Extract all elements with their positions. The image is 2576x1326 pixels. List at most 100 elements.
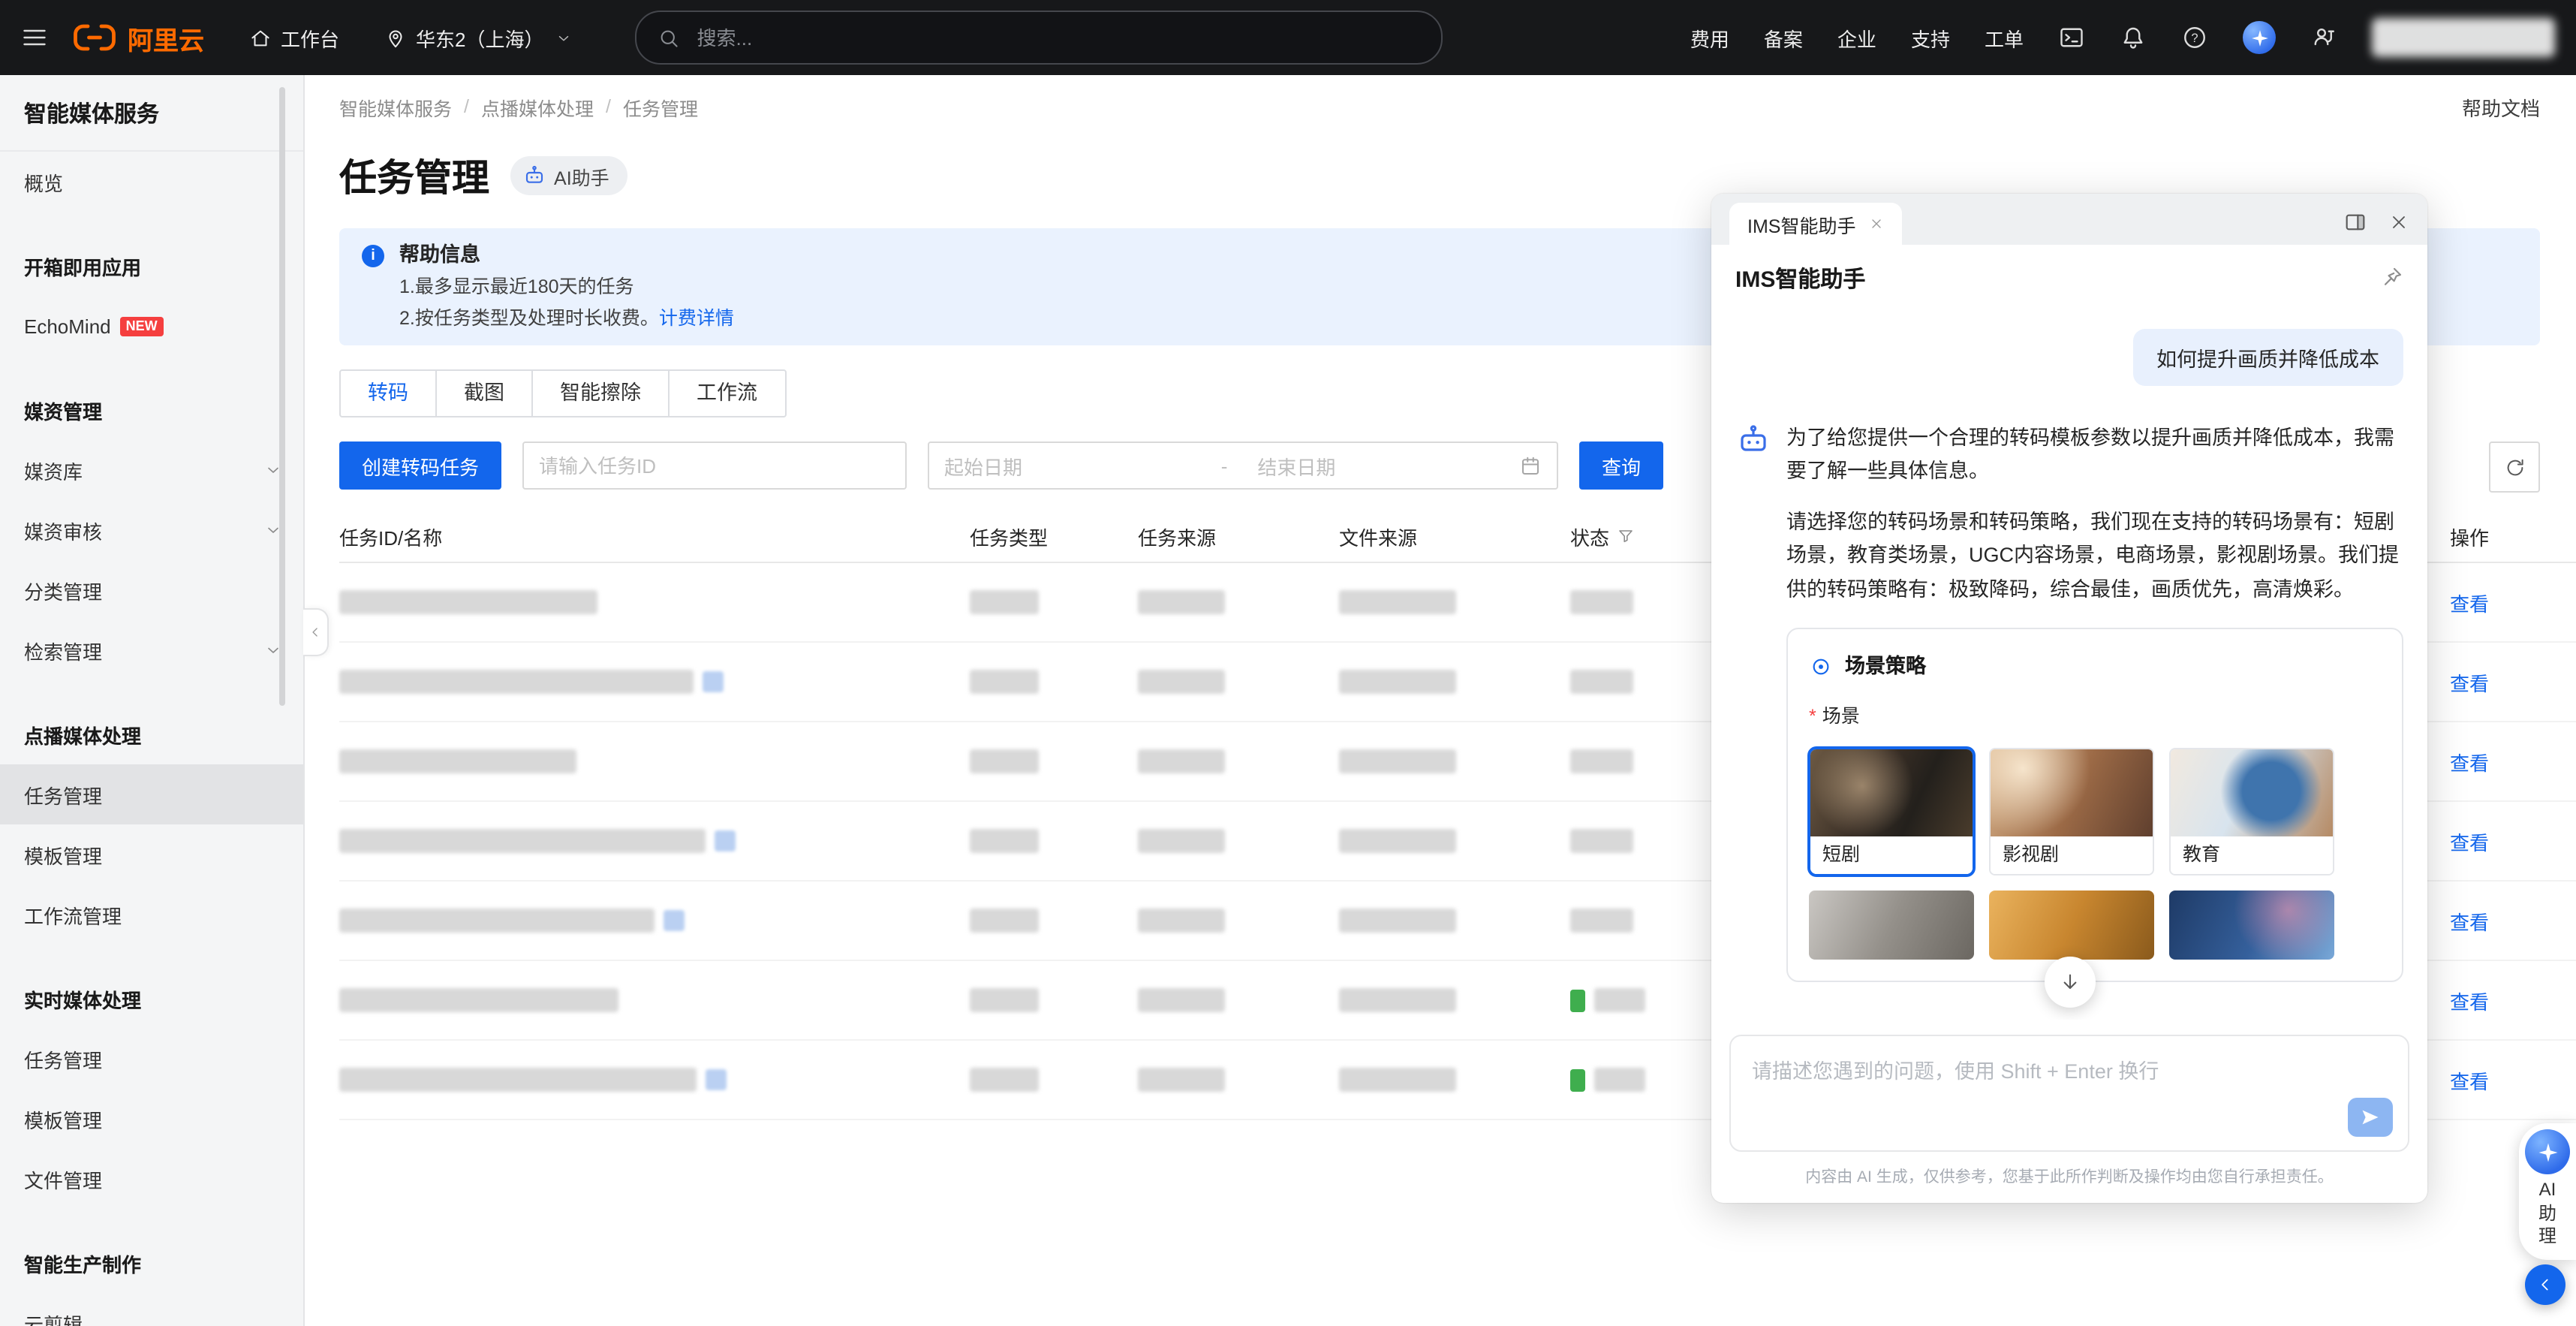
scene-image[interactable] bbox=[1809, 891, 1974, 960]
sidebar-item-echomind[interactable]: EchoMind NEW bbox=[0, 296, 303, 356]
account-avatar-redacted[interactable] bbox=[2372, 18, 2555, 57]
tab-workflow[interactable]: 工作流 bbox=[670, 369, 786, 417]
sidebar-item-task-management-live[interactable]: 任务管理 bbox=[0, 1029, 303, 1089]
new-badge: NEW bbox=[120, 316, 164, 336]
scene-strategy-card: 场景策略 *场景 短剧影视剧教育 bbox=[1786, 628, 2403, 982]
notifications-bell-icon[interactable] bbox=[2120, 24, 2147, 51]
cell-task-name bbox=[339, 909, 970, 933]
scene-tile[interactable]: 教育 bbox=[2169, 748, 2334, 875]
alibaba-cloud-logo-icon bbox=[72, 23, 117, 53]
scroll-to-bottom-button[interactable] bbox=[2044, 957, 2095, 1008]
tab-transcode[interactable]: 转码 bbox=[339, 369, 437, 417]
close-panel-icon[interactable] bbox=[2388, 212, 2409, 233]
view-task-link[interactable]: 查看 bbox=[2450, 827, 2540, 855]
sidebar-item-template-management-vod[interactable]: 模板管理 bbox=[0, 824, 303, 885]
view-task-link[interactable]: 查看 bbox=[2450, 906, 2540, 935]
redacted-text bbox=[1138, 749, 1225, 773]
ai-assistant-entry-icon[interactable] bbox=[2243, 21, 2276, 54]
sidebar-item-template-management-live[interactable]: 模板管理 bbox=[0, 1089, 303, 1149]
workbench-link[interactable]: 工作台 bbox=[249, 23, 339, 52]
support-link[interactable]: 支持 bbox=[1911, 23, 1950, 52]
tab-smart-erase[interactable]: 智能擦除 bbox=[533, 369, 670, 417]
start-date-placeholder[interactable]: 起始日期 bbox=[944, 451, 1206, 480]
redacted-text bbox=[339, 909, 655, 933]
cell-task-source bbox=[1138, 829, 1339, 853]
view-task-link[interactable]: 查看 bbox=[2450, 1065, 2540, 1094]
view-task-link[interactable]: 查看 bbox=[2450, 668, 2540, 696]
arrow-down-icon bbox=[2057, 970, 2081, 994]
alibaba-cloud-logo[interactable]: 阿里云 bbox=[72, 19, 204, 56]
enterprise-link[interactable]: 企业 bbox=[1837, 23, 1876, 52]
sidebar-item-media-library[interactable]: 媒资库 bbox=[0, 440, 303, 500]
language-switch-icon[interactable] bbox=[2310, 24, 2337, 51]
help-doc-link[interactable]: 帮助文档 bbox=[2462, 92, 2540, 121]
redacted-text bbox=[1570, 909, 1633, 933]
filter-funnel-icon[interactable] bbox=[1617, 527, 1635, 545]
ticket-link[interactable]: 工单 bbox=[1985, 23, 2024, 52]
scene-image[interactable] bbox=[1989, 891, 2154, 960]
billing-details-link[interactable]: 计费详情 bbox=[659, 308, 734, 329]
pin-icon[interactable] bbox=[2379, 266, 2403, 290]
refresh-button[interactable] bbox=[2489, 441, 2540, 493]
region-selector[interactable]: 华东2（上海） bbox=[384, 23, 572, 52]
sidebar-collapse-handle[interactable] bbox=[303, 608, 329, 656]
redacted-text bbox=[970, 670, 1039, 694]
redacted-text bbox=[1339, 590, 1456, 614]
scene-card-title: 场景策略 bbox=[1845, 650, 1926, 684]
billing-link[interactable]: 费用 bbox=[1690, 23, 1729, 52]
breadcrumb-item[interactable]: 点播媒体处理 bbox=[481, 92, 594, 121]
redacted-text bbox=[1138, 590, 1225, 614]
assistant-input-placeholder: 请描述您遇到的问题，使用 Shift + Enter 换行 bbox=[1752, 1060, 2159, 1083]
chevron-left-icon bbox=[308, 625, 323, 640]
dock-panel-icon[interactable] bbox=[2343, 210, 2367, 234]
assistant-input[interactable]: 请描述您遇到的问题，使用 Shift + Enter 换行 bbox=[1729, 1035, 2409, 1152]
sidebar-item-overview[interactable]: 概览 bbox=[0, 152, 303, 212]
ai-sparkle-icon bbox=[2525, 1129, 2570, 1174]
logo-text: 阿里云 bbox=[128, 19, 204, 56]
cloudshell-icon[interactable] bbox=[2058, 24, 2085, 51]
icp-link[interactable]: 备案 bbox=[1764, 23, 1803, 52]
search-input[interactable] bbox=[694, 25, 1421, 50]
svg-text:?: ? bbox=[2191, 32, 2198, 45]
sidebar-item-cloud-editing[interactable]: 云剪辑 bbox=[0, 1293, 303, 1326]
redacted-text bbox=[1138, 988, 1225, 1012]
topbar-right: 费用 备案 企业 支持 工单 ? bbox=[1690, 18, 2576, 57]
view-task-link[interactable]: 查看 bbox=[2450, 986, 2540, 1014]
date-range-picker[interactable]: 起始日期 - 结束日期 bbox=[928, 441, 1558, 490]
redacted-text bbox=[339, 988, 618, 1012]
sidebar-scrollbar[interactable] bbox=[279, 87, 285, 706]
send-button[interactable] bbox=[2348, 1098, 2393, 1137]
sidebar-item-search-management[interactable]: 检索管理 bbox=[0, 620, 303, 680]
sidebar-item-workflow-management[interactable]: 工作流管理 bbox=[0, 885, 303, 945]
sidebar-item-category-management[interactable]: 分类管理 bbox=[0, 560, 303, 620]
ai-helper-fab[interactable]: AI 助 理 bbox=[2519, 1123, 2576, 1260]
hamburger-menu-icon[interactable] bbox=[0, 0, 69, 75]
assistant-tab[interactable]: IMS智能助手 bbox=[1729, 203, 1902, 245]
sidebar-item-file-management[interactable]: 文件管理 bbox=[0, 1149, 303, 1209]
create-transcode-task-button[interactable]: 创建转码任务 bbox=[339, 441, 501, 490]
breadcrumb-item[interactable]: 智能媒体服务 bbox=[339, 92, 452, 121]
sidebar-item-media-review[interactable]: 媒资审核 bbox=[0, 500, 303, 560]
help-icon[interactable]: ? bbox=[2181, 24, 2208, 51]
view-task-link[interactable]: 查看 bbox=[2450, 747, 2540, 776]
close-tab-icon[interactable] bbox=[1869, 216, 1884, 231]
task-id-input[interactable] bbox=[522, 441, 907, 490]
scene-tiles-row2 bbox=[1809, 891, 2381, 960]
redacted-text bbox=[1594, 1068, 1645, 1092]
view-task-link[interactable]: 查看 bbox=[2450, 588, 2540, 616]
query-button[interactable]: 查询 bbox=[1579, 441, 1663, 490]
global-search[interactable] bbox=[636, 11, 1443, 65]
sidebar-item-task-management-vod[interactable]: 任务管理 bbox=[0, 764, 303, 824]
redacted-text bbox=[1570, 590, 1633, 614]
header-task-type: 任务类型 bbox=[970, 522, 1138, 550]
scene-image[interactable] bbox=[2169, 891, 2334, 960]
end-date-placeholder[interactable]: 结束日期 bbox=[1257, 451, 1519, 480]
scene-tile[interactable]: 影视剧 bbox=[1989, 748, 2154, 875]
expand-corner-button[interactable] bbox=[2525, 1264, 2565, 1305]
tab-snapshot[interactable]: 截图 bbox=[437, 369, 533, 417]
breadcrumb: 智能媒体服务 / 点播媒体处理 / 任务管理 帮助文档 bbox=[303, 75, 2576, 138]
sidebar-section-ready-apps: 开箱即用应用 bbox=[0, 236, 303, 296]
header-action: 操作 bbox=[2450, 522, 2540, 550]
ai-assistant-badge[interactable]: AI助手 bbox=[510, 156, 627, 195]
scene-tile[interactable]: 短剧 bbox=[1809, 748, 1974, 875]
